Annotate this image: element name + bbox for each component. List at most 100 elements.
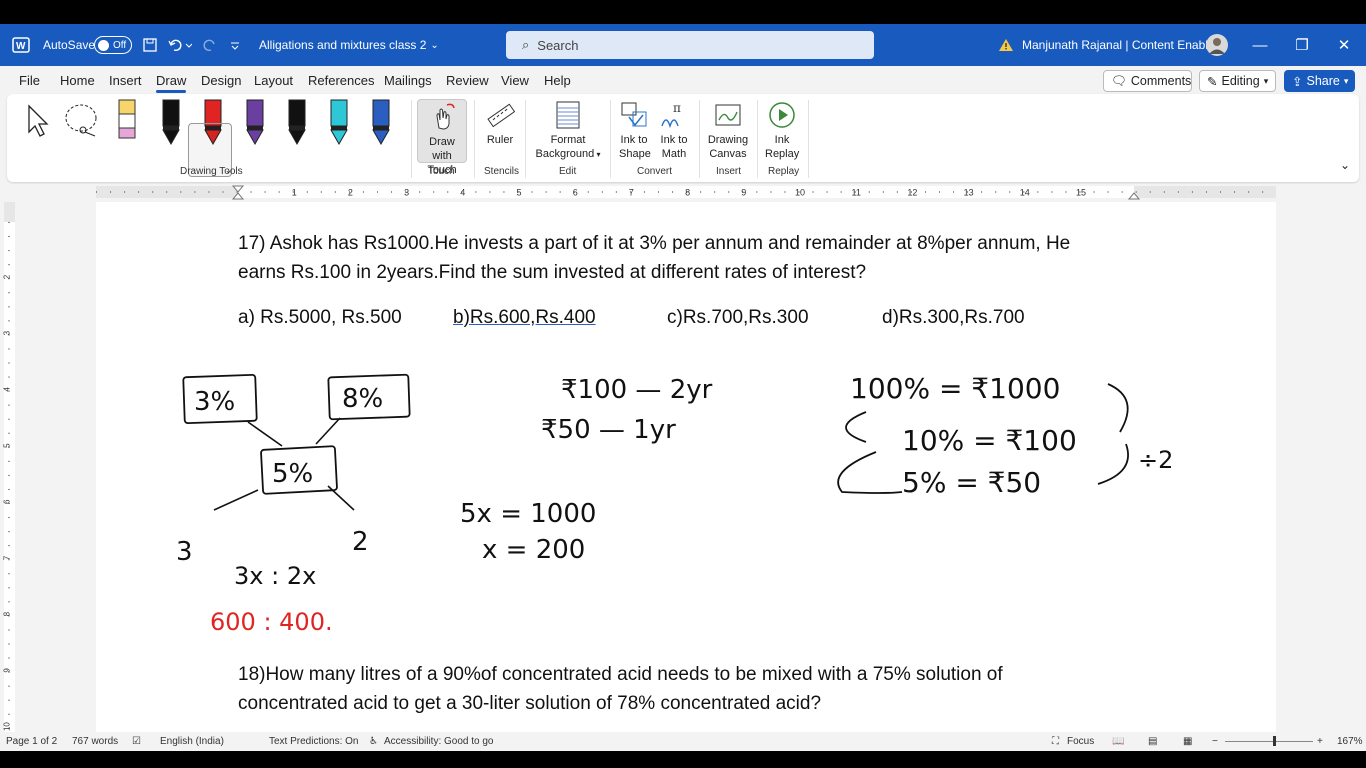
ruler-tick (8, 264, 10, 266)
group-replay: Replay (768, 166, 800, 177)
ink-pct-3: 5% = ₹50 (902, 466, 1041, 499)
comments-label: Comments (1130, 74, 1192, 88)
pen-icon[interactable] (288, 99, 306, 146)
ink-replay-button[interactable]: Ink Replay (765, 100, 799, 161)
restore-icon[interactable]: ❐ (1282, 24, 1322, 66)
ruler-tick (362, 191, 364, 193)
lasso-select-icon[interactable] (63, 102, 103, 144)
ruler-tick (882, 191, 884, 193)
tab-draw[interactable]: Draw (156, 73, 187, 93)
tab-review[interactable]: Review (446, 73, 489, 88)
ruler-tick (208, 191, 210, 193)
word-logo-icon: W (12, 24, 30, 66)
language[interactable]: English (India) (160, 736, 224, 747)
close-icon[interactable]: ✕ (1324, 24, 1364, 66)
tab-view[interactable]: View (501, 73, 529, 88)
group-convert: Convert (637, 166, 673, 177)
ruler-tick (8, 657, 10, 659)
ruler-label: 7 (3, 555, 12, 560)
pen-icon[interactable] (246, 99, 264, 146)
autosave-label: AutoSave (43, 38, 96, 52)
ruler-button[interactable]: Ruler (485, 100, 516, 147)
print-layout-icon[interactable]: ▤ (1148, 736, 1157, 747)
share-button[interactable]: ⇪ Share ▾ (1284, 70, 1355, 92)
ribbon-collapse-icon[interactable]: ⌄ (1340, 158, 1350, 172)
ruler-label: 7 (629, 188, 634, 198)
ruler-tick (8, 418, 10, 420)
document-page[interactable]: 17) Ashok has Rs1000.He invests a part o… (96, 202, 1276, 732)
search-box[interactable]: ⌕ Search (506, 31, 874, 59)
zoom-in-button[interactable]: + (1317, 736, 1323, 747)
tab-mailings[interactable]: Mailings (384, 73, 432, 88)
editing-label: Editing (1221, 74, 1260, 88)
ruler-tick (222, 191, 224, 193)
select-objects-icon[interactable] (23, 102, 53, 144)
tab-layout[interactable]: Layout (254, 73, 293, 88)
ruler-tick (8, 320, 10, 322)
avatar[interactable] (1205, 24, 1229, 66)
read-mode-icon[interactable]: 📖 (1112, 736, 1124, 747)
ruler-tick (545, 191, 547, 193)
ruler-tick (812, 191, 814, 193)
ruler-tick (840, 191, 842, 193)
drawing-canvas-button[interactable]: Drawing Canvas (707, 100, 749, 161)
redo-icon[interactable] (202, 24, 218, 66)
web-layout-icon[interactable]: ▦ (1183, 736, 1192, 747)
ink-line (327, 485, 355, 511)
ruler-tick (924, 191, 926, 193)
text-predictions[interactable]: Text Predictions: On (269, 736, 358, 747)
comments-button[interactable]: 🗨 Comments (1103, 70, 1192, 92)
ruler-tick (8, 474, 10, 476)
highlighter-pen-icon[interactable] (118, 99, 136, 139)
ruler-tick (8, 545, 10, 547)
ruler-label: 1 (292, 188, 297, 198)
minimize-icon[interactable]: — (1240, 24, 1280, 66)
ruler-tick (433, 191, 435, 193)
autosave-toggle[interactable]: Off (94, 24, 132, 66)
share-icon: ⇪ (1292, 74, 1303, 89)
focus-label[interactable]: Focus (1067, 736, 1094, 747)
save-icon[interactable] (143, 24, 157, 66)
tab-file[interactable]: File (19, 73, 40, 88)
accessibility-status[interactable]: Accessibility: Good to go (384, 736, 494, 747)
tab-insert[interactable]: Insert (109, 73, 142, 88)
tab-references[interactable]: References (308, 73, 374, 88)
ruler-tick (8, 531, 10, 533)
warning-icon[interactable] (998, 24, 1014, 66)
zoom-out-button[interactable]: − (1212, 736, 1218, 747)
user-name[interactable]: Manjunath Rajanal | Content Enablers (1022, 24, 1225, 66)
ruler-label: 3 (3, 330, 12, 335)
zoom-slider[interactable] (1225, 741, 1313, 742)
pen-icon[interactable] (372, 99, 390, 146)
ruler-tick (180, 191, 182, 193)
draw-with-touch-button[interactable]: Draw with Touch (417, 99, 467, 176)
ruler-tick (559, 191, 561, 193)
proofing-icon[interactable]: ☑ (132, 736, 141, 747)
ruler-tick (868, 191, 870, 193)
format-background-button[interactable]: Format Background ▾ (535, 100, 601, 162)
horizontal-ruler: 1 2 3 4 5 6 7 8 9 10 11 12 13 14 15 (0, 184, 1366, 202)
ink-line-2: ₹50 — 1yr (541, 415, 676, 445)
tab-design[interactable]: Design (201, 73, 241, 88)
pen-icon[interactable] (330, 99, 348, 146)
undo-icon[interactable] (168, 24, 192, 66)
ruler-tick (8, 236, 10, 238)
tab-help[interactable]: Help (544, 73, 571, 88)
zoom-level[interactable]: 167% (1337, 736, 1363, 747)
svg-text:W: W (16, 41, 26, 52)
page-count[interactable]: Page 1 of 2 (6, 736, 57, 747)
focus-icon[interactable]: ⛶ (1052, 736, 1059, 747)
ink-to-shape-button[interactable]: Ink to Shape (619, 100, 651, 161)
search-placeholder: Search (537, 37, 579, 53)
zoom-slider-thumb[interactable] (1273, 736, 1276, 746)
accessibility-icon[interactable]: ♿ (369, 736, 378, 747)
tab-home[interactable]: Home (60, 73, 95, 88)
customize-toolbar-icon[interactable] (230, 24, 240, 66)
word-count[interactable]: 767 words (72, 736, 118, 747)
pen-icon[interactable] (162, 99, 180, 146)
ink-to-math-button[interactable]: π Ink to Math (659, 100, 689, 161)
document-title[interactable]: Alligations and mixtures class 2 ⌄ (259, 24, 439, 66)
ruler-tick (1037, 191, 1039, 193)
pen-gallery[interactable] (111, 98, 401, 158)
editing-button[interactable]: ✎ Editing ▾ (1199, 70, 1276, 92)
